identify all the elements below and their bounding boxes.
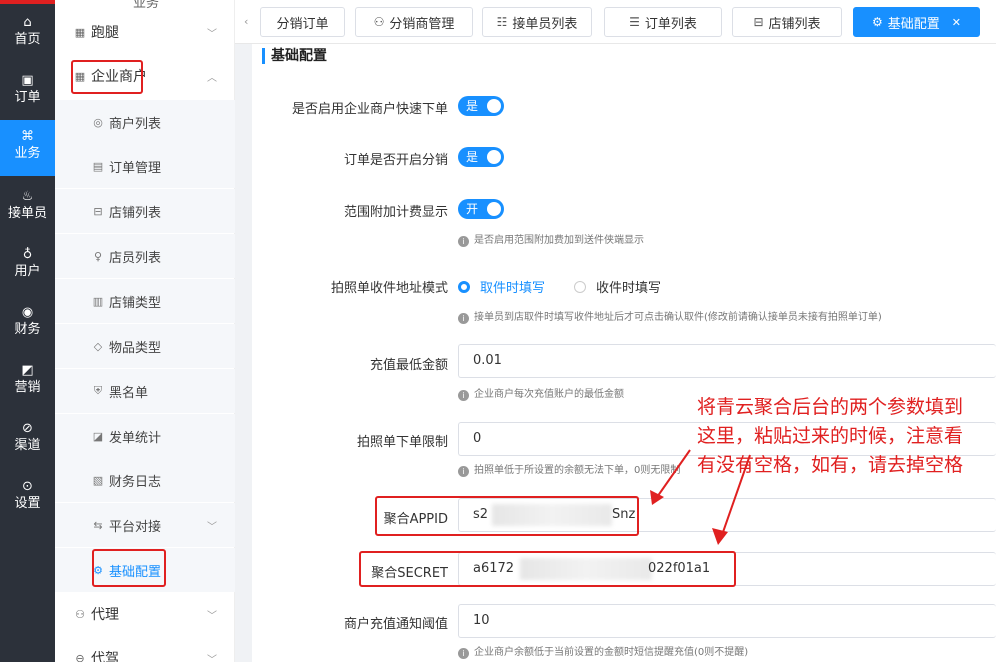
annotation-note: 将青云聚合后台的两个参数填到 这里，粘贴过来的时候，注意看 有没有空格，如有，请… [697, 393, 963, 480]
arrowhead-secret [712, 528, 728, 545]
arrow-line-appid [654, 449, 691, 501]
annotation-line: 这里，粘贴过来的时候，注意看 [697, 425, 964, 447]
arrowhead-appid [650, 490, 664, 505]
annotation-arrows [650, 449, 751, 545]
annotation-line: 将青云聚合后台的两个参数填到 [697, 396, 964, 418]
annotation-line: 有没有空格，如有，请去掉空格 [697, 454, 964, 476]
